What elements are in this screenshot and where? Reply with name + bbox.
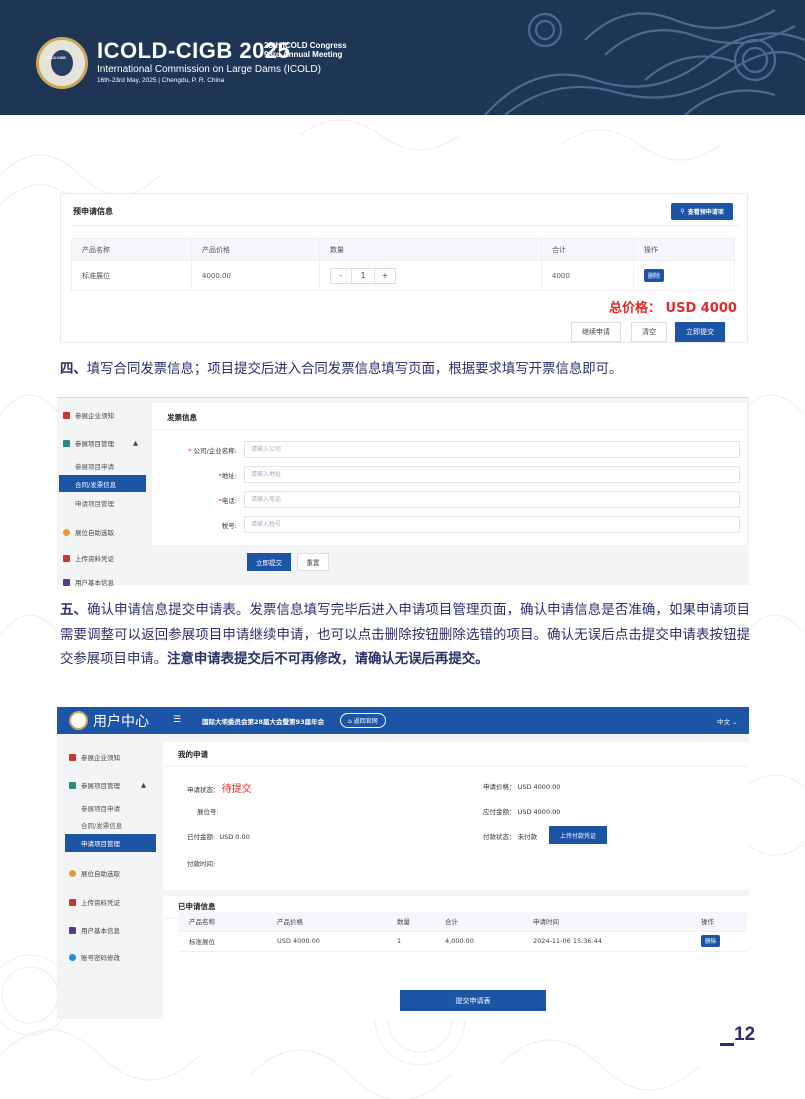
top-bar: 用户中心 ☰ 国际大坝委员会第28届大会暨第93届年会 ⌂ 返回官网 中文 ⌄	[57, 707, 749, 734]
sidebar-sub-manage[interactable]: 申请项目管理	[75, 498, 114, 508]
tax-input[interactable]: 请输入税号	[244, 516, 740, 533]
user-center-title: 用户中心	[93, 714, 149, 730]
home-icon: ⌂	[348, 718, 352, 725]
pay-time-row: 付款时间:	[187, 860, 216, 868]
sidebar-item-booth[interactable]: 展位自助选取	[69, 868, 120, 878]
booth-row: 展位号:	[197, 808, 219, 816]
sidebar-item-notice[interactable]: 参展企业须知	[69, 752, 120, 762]
upload-proof-button[interactable]: 上传付款凭证	[549, 826, 607, 844]
continue-button[interactable]: 继续申请	[571, 322, 621, 342]
price-row: 申请价格： USD 4000.00	[483, 783, 561, 791]
delete-button[interactable]: 删除	[701, 935, 721, 947]
menu-icon[interactable]: ☰	[173, 715, 181, 725]
page-number: 12	[734, 1024, 756, 1045]
sidebar-item-user[interactable]: 用户基本信息	[69, 925, 120, 935]
application-management-screenshot: 用户中心 ☰ 国际大坝委员会第28届大会暨第93届年会 ⌂ 返回官网 中文 ⌄ …	[57, 707, 749, 1019]
paid-row: 已付金额: USD 0.00	[187, 833, 250, 841]
pre-application-table: 产品名称 产品价格 数量 合计 操作 标准展位 4000.00 - 1 + 40…	[71, 238, 735, 291]
folder-icon	[63, 439, 70, 447]
conference-title: 国际大坝委员会第28届大会暨第93届年会	[202, 718, 325, 726]
status-badge: 待提交	[221, 784, 252, 795]
banner-congress: 28th ICOLD Congress 93rd Annual Meeting	[264, 41, 347, 59]
sidebar-item-user[interactable]: 用户基本信息	[63, 578, 114, 586]
sidebar-sub-apply[interactable]: 参展项目申请	[81, 803, 120, 813]
chevron-up-icon: ▲	[141, 781, 146, 789]
company-input[interactable]: 请输入公司	[244, 441, 740, 458]
applied-info-title: 已申请信息	[178, 902, 216, 911]
quantity-input[interactable]: 1	[351, 268, 375, 283]
sidebar-sub-apply[interactable]: 参展项目申请	[75, 461, 114, 471]
invoice-submit-button[interactable]: 立即提交	[247, 553, 291, 571]
language-select[interactable]: 中文 ⌄	[717, 716, 738, 726]
pre-application-panel: 预申请信息 ⚲ 查看预申请项 产品名称 产品价格 数量 合计 操作 标准展位 4…	[60, 193, 748, 343]
sidebar-item-password[interactable]: 账号密码修改	[69, 952, 120, 962]
status-row: 申请状态： 待提交	[187, 784, 252, 795]
tax-label: 税号:	[221, 522, 237, 530]
applied-info-card: 已申请信息 产品名称 产品价格 数量 合计 申请时间 操作 标准展位 USD 4…	[163, 890, 749, 1019]
sidebar-item-notice[interactable]: 参展企业须知	[63, 410, 114, 420]
submit-button[interactable]: 立即提交	[675, 322, 725, 342]
header-banner: ICOLD·CIGB ICOLD-CIGB 2025 28th ICOLD Co…	[0, 0, 805, 115]
banner-subtitle: International Commission on Large Dams (…	[97, 64, 321, 75]
sidebar-sub-manage[interactable]: 申请项目管理	[65, 834, 156, 852]
notice-icon	[69, 753, 76, 761]
icold-logo: ICOLD·CIGB	[36, 37, 88, 89]
notice-icon	[63, 411, 70, 419]
chevron-down-icon: ⌄	[730, 718, 738, 726]
banner-title: ICOLD-CIGB 2025	[97, 38, 291, 63]
sidebar-item-manage[interactable]: 参展项目管理 ▲	[69, 780, 146, 790]
upload-icon	[63, 554, 70, 562]
view-pre-application-button[interactable]: ⚲ 查看预申请项	[671, 203, 733, 220]
sidebar-item-booth[interactable]: 展位自助选取	[63, 527, 114, 537]
sidebar-item-upload[interactable]: 上传资料凭证	[63, 553, 114, 563]
form-heading: 发票信息	[167, 413, 197, 422]
booth-icon	[63, 528, 70, 536]
minus-button[interactable]: -	[331, 271, 351, 280]
applied-table: 产品名称 产品价格 数量 合计 申请时间 操作 标准展位 USD 4000.00…	[179, 912, 747, 952]
invoice-form: 发票信息 * 公司/企业名称: 请输入公司 *地址: 请输入地址 *电话: 请输…	[152, 403, 747, 545]
sidebar-sub-invoice[interactable]: 合同/发票信息	[81, 820, 122, 830]
pay-status-row: 付款状态： 未付款	[483, 833, 538, 841]
clear-button[interactable]: 清空	[631, 322, 667, 342]
address-label: *地址:	[218, 472, 237, 480]
upload-icon	[69, 898, 76, 906]
invoice-form-screenshot: 参展企业须知 参展项目管理 ▲ 参展项目申请 合同/发票信息 申请项目管理 展位自…	[57, 397, 749, 586]
page-number-bar	[720, 1043, 734, 1046]
due-row: 应付金额： USD 4000.00	[483, 808, 561, 816]
invoice-reset-button[interactable]: 重置	[297, 553, 329, 571]
step-five-text: 五、确认申请信息提交申请表。发票信息填写完毕后进入申请项目管理页面，确认申请信息…	[60, 603, 751, 667]
booth-icon	[69, 869, 76, 877]
phone-label: *电话:	[218, 497, 237, 505]
table-row: 标准展位 4000.00 - 1 + 4000 删除	[71, 260, 735, 291]
lock-icon	[69, 953, 76, 961]
step-four-text: 四、填写合同发票信息；项目提交后进入合同发票信息填写页面，根据要求填写开票信息即…	[60, 362, 623, 377]
company-label: * 公司/企业名称:	[188, 447, 237, 455]
home-link[interactable]: ⌂ 返回官网	[340, 713, 386, 728]
banner-date: 16th-23rd May, 2025 | Chengdu, P. R. Chi…	[97, 77, 225, 84]
delete-button[interactable]: 删除	[644, 269, 665, 282]
total-price: 总价格： USD 4000	[609, 301, 737, 316]
table-row: 标准展位 USD 4000.00 1 4,000.00 2024-11-06 1…	[179, 931, 747, 952]
sidebar-item-upload[interactable]: 上传资料凭证	[69, 897, 120, 907]
user-center-logo	[69, 711, 88, 730]
plus-button[interactable]: +	[375, 271, 395, 280]
address-input[interactable]: 请输入地址	[244, 466, 740, 483]
panel-title: 预申请信息	[73, 207, 113, 216]
quantity-stepper[interactable]: - 1 +	[330, 267, 396, 284]
search-icon: ⚲	[680, 208, 685, 215]
wave-pattern	[484, 9, 805, 115]
phone-input[interactable]: 请输入电话	[244, 491, 740, 508]
user-icon	[69, 926, 76, 934]
submit-application-button[interactable]: 提交申请表	[400, 990, 546, 1011]
my-application-card: 我的申请 申请状态： 待提交 申请价格： USD 4000.00 展位号: 应付…	[163, 742, 749, 890]
folder-icon	[69, 781, 76, 789]
user-icon	[63, 578, 70, 586]
my-application-title: 我的申请	[178, 750, 208, 759]
